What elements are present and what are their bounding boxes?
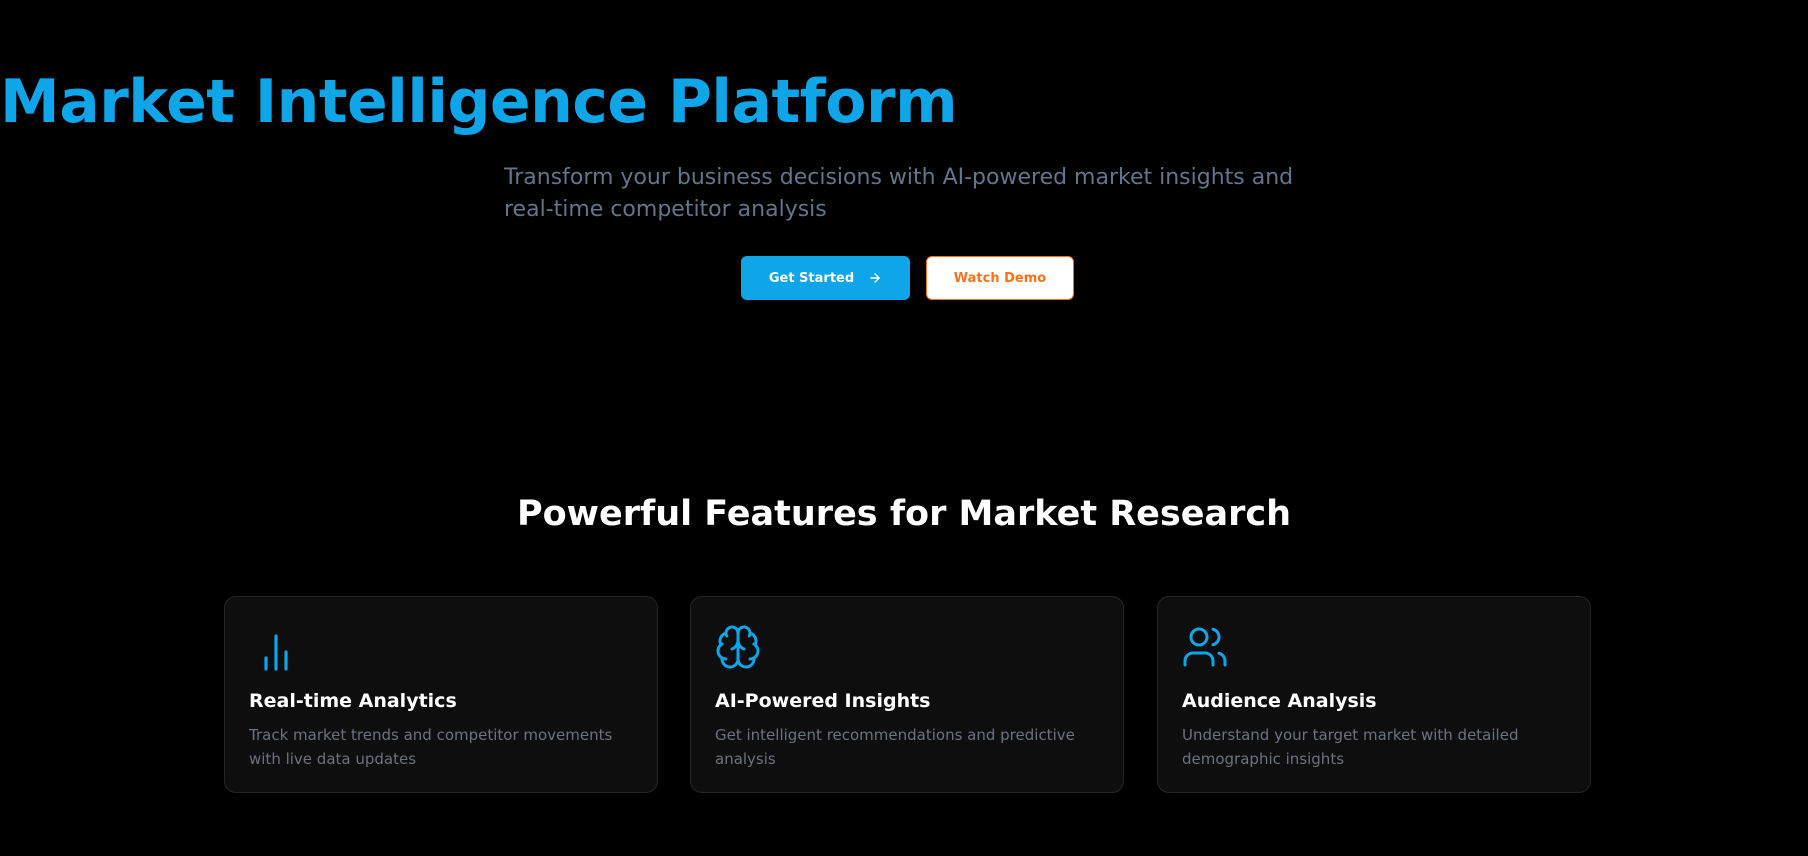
feature-card-description: Understand your target market with detai…	[1182, 726, 1519, 768]
feature-card-audience-analysis: Audience Analysis Understand your target…	[1157, 596, 1591, 793]
arrow-right-icon	[868, 271, 882, 285]
feature-card-description: Track market trends and competitor movem…	[249, 726, 613, 768]
watch-demo-label: Watch Demo	[953, 270, 1047, 286]
feature-card-title: Audience Analysis	[1182, 690, 1377, 712]
get-started-button[interactable]: Get Started	[741, 256, 910, 300]
users-icon	[1183, 627, 1227, 667]
feature-card-description: Get intelligent recommendations and pred…	[715, 726, 1075, 768]
feature-card-realtime-analytics: Real-time Analytics Track market trends …	[224, 596, 658, 793]
features-title: Powerful Features for Market Research	[516, 494, 1292, 534]
bar-chart-icon	[264, 634, 288, 671]
hero-subtitle: Transform your business decisions with A…	[504, 165, 1294, 222]
brain-icon	[716, 625, 760, 669]
watch-demo-button[interactable]: Watch Demo	[926, 256, 1074, 300]
hero-title: Market Intelligence Platform	[0, 67, 958, 137]
feature-card-title: AI-Powered Insights	[715, 690, 931, 712]
feature-card-ai-insights: AI-Powered Insights Get intelligent reco…	[690, 596, 1124, 793]
feature-card-title: Real-time Analytics	[249, 690, 457, 712]
get-started-label: Get Started	[768, 270, 855, 286]
